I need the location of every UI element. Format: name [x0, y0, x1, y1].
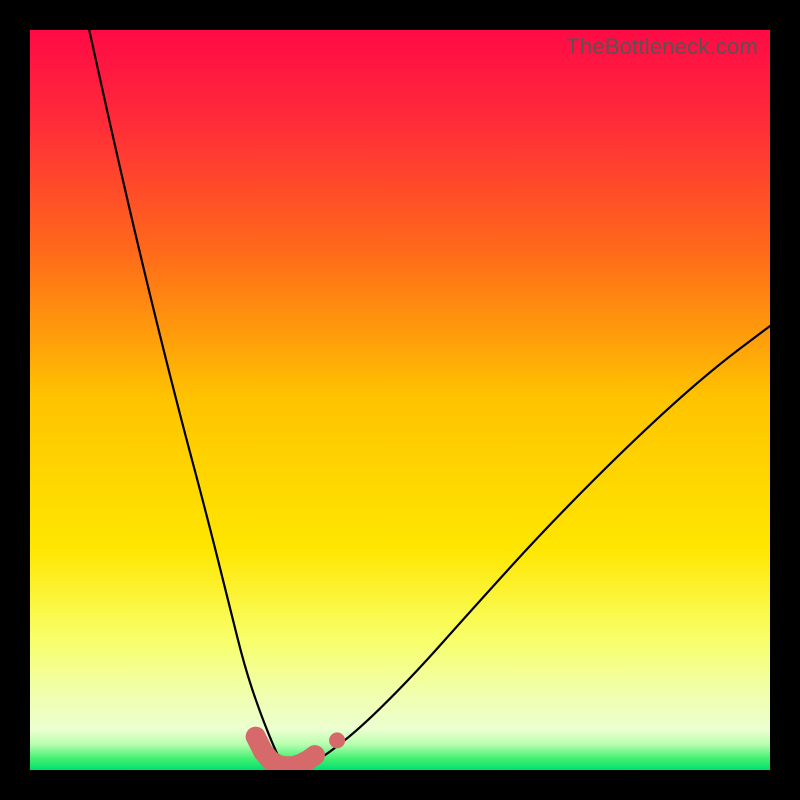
chart-frame: TheBottleneck.com [30, 30, 770, 770]
sweet-spot-markers [30, 30, 770, 770]
sweet-spot-outlier-dot [329, 732, 345, 748]
sweet-spot-end [246, 727, 266, 747]
sweet-spot-end [305, 745, 325, 765]
plot-area: TheBottleneck.com [30, 30, 770, 770]
watermark-text: TheBottleneck.com [566, 34, 758, 60]
